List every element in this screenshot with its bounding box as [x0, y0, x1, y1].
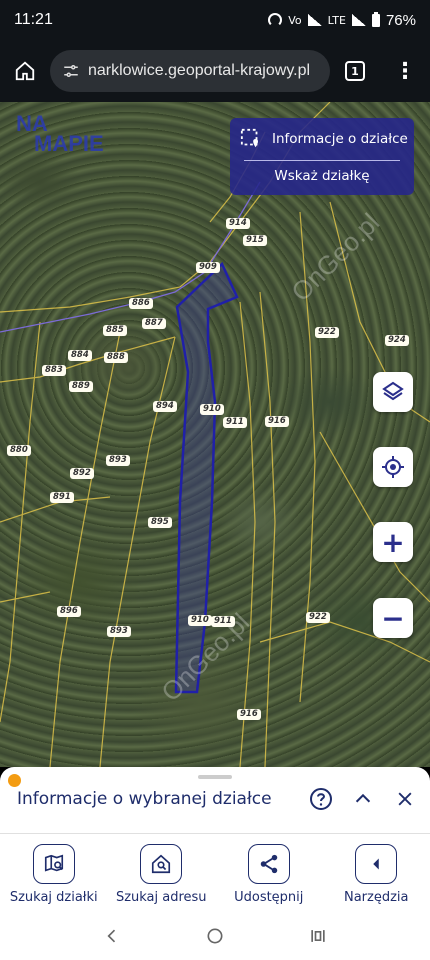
home-nav-icon[interactable] — [205, 926, 225, 946]
parcel-label: 888 — [104, 352, 128, 363]
app-logo: NA MAPIE — [16, 113, 104, 156]
home-search-icon — [140, 844, 183, 884]
share-icon — [247, 844, 290, 884]
status-icons: Vo LTE 76% — [268, 11, 416, 29]
map-search-icon — [32, 844, 75, 884]
recents-icon[interactable] — [308, 926, 328, 946]
parcel-label: 916 — [237, 709, 261, 720]
parcel-label: 894 — [153, 401, 177, 412]
parcel-label: 910 — [188, 615, 212, 626]
parcel-info-panel: Informacje o działce Wskaż działkę — [230, 118, 414, 195]
parcel-label: 922 — [315, 327, 339, 338]
browser-menu-button[interactable]: ⋮ — [380, 40, 430, 102]
chevron-up-icon — [355, 793, 371, 803]
parcel-label: 889 — [69, 381, 93, 392]
notification-dot — [8, 774, 21, 787]
plus-icon: + — [381, 525, 405, 559]
status-bar: 11:21 Vo LTE 76% — [0, 0, 430, 40]
parcel-label: 893 — [106, 455, 130, 466]
address-bar[interactable]: narklowice.geoportal-krajowy.pl — [50, 50, 330, 92]
parcel-label: 914 — [226, 218, 250, 229]
logo-line2: MAPIE — [34, 131, 104, 156]
battery-level: 76% — [385, 11, 416, 29]
tools-button[interactable]: Narzędzia — [323, 834, 430, 911]
minus-icon: − — [381, 601, 405, 635]
map-view[interactable]: NA MAPIE Informacje o działce Wskaż dzia… — [0, 102, 430, 767]
parcel-label: 887 — [142, 318, 166, 329]
parcel-label: 892 — [70, 468, 94, 479]
info-title: Informacje o działce — [272, 131, 408, 147]
home-button[interactable] — [0, 40, 50, 102]
status-time: 11:21 — [14, 11, 53, 28]
close-icon — [398, 792, 412, 806]
parcel-label: 922 — [306, 612, 330, 623]
tool-label: Udostępnij — [234, 890, 304, 905]
back-icon[interactable] — [102, 926, 122, 946]
battery-icon — [371, 11, 380, 27]
parcel-label: 884 — [68, 350, 92, 361]
sheet-title: Informacje o wybranej działce — [17, 789, 272, 809]
parcel-label: 916 — [265, 416, 289, 427]
parcel-label: 910 — [200, 404, 224, 415]
help-icon — [310, 788, 332, 810]
parcel-info-sheet: Informacje o wybranej działce — [0, 767, 430, 833]
layers-button[interactable] — [373, 372, 413, 412]
bottom-toolbar: Szukaj działki Szukaj adresu Udostępnij … — [0, 833, 430, 911]
hotspot-icon — [268, 13, 283, 27]
signal-icon — [307, 14, 322, 26]
volte-label: Vo — [288, 13, 302, 27]
layers-icon — [382, 381, 404, 401]
help-button[interactable] — [309, 787, 333, 811]
tabs-button[interactable]: 1 — [330, 40, 380, 102]
share-button[interactable]: Udostępnij — [215, 834, 323, 911]
more-vert-icon: ⋮ — [394, 58, 416, 84]
parcel-label: 885 — [103, 325, 127, 336]
tool-label: Narzędzia — [343, 890, 409, 905]
parcel-label: 915 — [243, 235, 267, 246]
parcel-label: 893 — [107, 626, 131, 637]
search-address-button[interactable]: Szukaj adresu — [108, 834, 216, 911]
locate-button[interactable] — [373, 447, 413, 487]
tool-label: Szukaj działki — [9, 890, 98, 905]
signal-icon-2 — [351, 14, 366, 26]
parcel-label: 911 — [211, 616, 235, 627]
sheet-drag-handle[interactable] — [198, 775, 232, 779]
search-parcel-button[interactable]: Szukaj działki — [0, 834, 108, 911]
collapse-button[interactable] — [351, 787, 375, 811]
parcel-label: 886 — [129, 298, 153, 309]
browser-toolbar: narklowice.geoportal-krajowy.pl 1 ⋮ — [0, 40, 430, 102]
parcel-label: 895 — [148, 517, 172, 528]
lte-label: LTE — [327, 13, 346, 27]
close-button[interactable] — [393, 787, 417, 811]
tool-label: Szukaj adresu — [115, 890, 207, 905]
crosshair-icon — [382, 456, 404, 478]
system-nav-bar — [0, 911, 430, 960]
parcel-label: 909 — [196, 262, 220, 273]
parcel-info-button[interactable]: Informacje o działce — [230, 118, 414, 160]
parcel-label: 911 — [223, 417, 247, 428]
parcel-label: 891 — [50, 492, 74, 503]
parcel-label: 880 — [7, 445, 31, 456]
parcel-label: 896 — [57, 606, 81, 617]
url-text: narklowice.geoportal-krajowy.pl — [88, 62, 311, 79]
zoom-in-button[interactable]: + — [373, 522, 413, 562]
tools-icon — [355, 844, 398, 884]
parcel-label: 883 — [42, 365, 66, 376]
point-parcel-hint: Wskaż działkę — [274, 168, 370, 184]
zoom-out-button[interactable]: − — [373, 598, 413, 638]
select-parcel-icon — [240, 128, 259, 148]
parcel-label: 924 — [385, 335, 409, 346]
site-settings-icon[interactable] — [62, 62, 80, 80]
home-icon — [15, 61, 35, 81]
tab-count: 1 — [345, 61, 365, 81]
